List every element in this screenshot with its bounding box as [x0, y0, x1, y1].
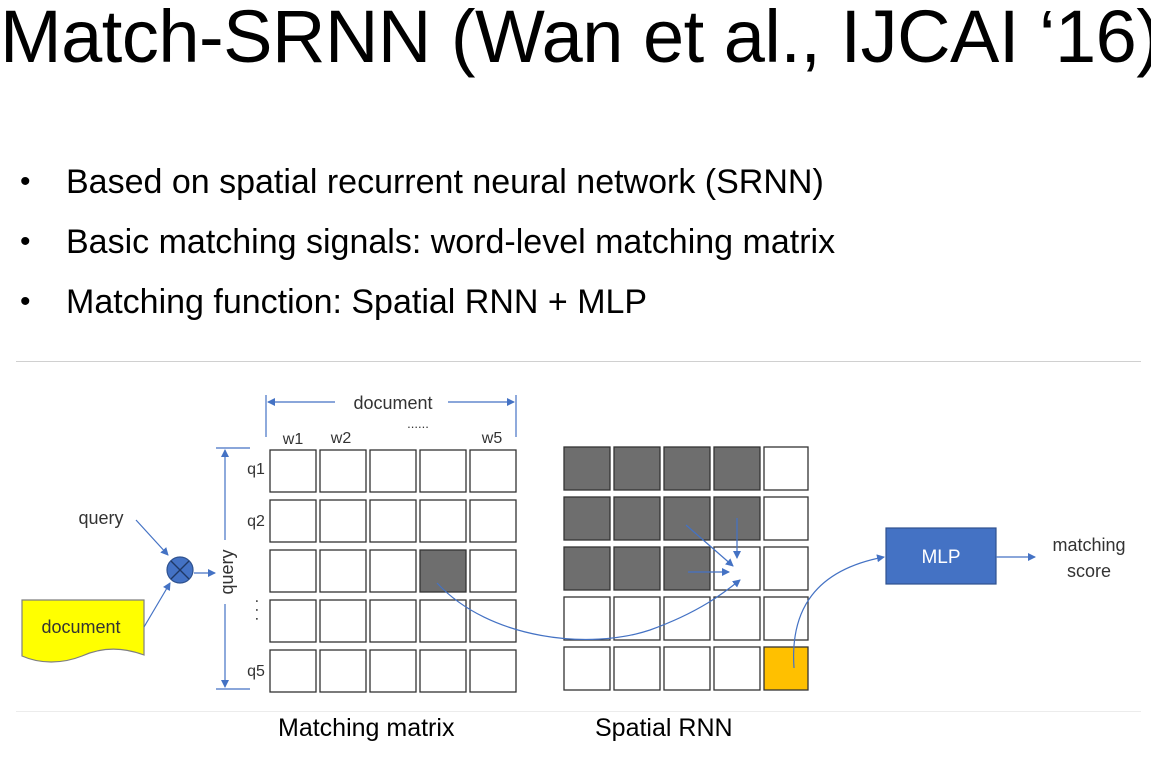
- matrix-cell: [419, 499, 467, 543]
- matrix-cell: [469, 499, 517, 543]
- output-label-line2: score: [1067, 561, 1111, 581]
- row-dots: . . .: [252, 599, 269, 621]
- matrix-cell: [319, 449, 367, 493]
- column-label: w2: [330, 430, 352, 447]
- matching-matrix: [269, 449, 517, 693]
- matrix-cell: [469, 649, 517, 693]
- matrix-cell: [369, 549, 417, 593]
- matrix-cell: [269, 499, 317, 543]
- rnn-cell-processed: [563, 546, 611, 591]
- rnn-cell-processed: [613, 446, 661, 491]
- rnn-cell-processed: [563, 496, 611, 541]
- rnn-cell-final: [763, 646, 809, 691]
- rnn-cell-processed: [563, 446, 611, 491]
- matrix-cell: [419, 599, 467, 643]
- rnn-cell: [663, 646, 711, 691]
- rnn-cell: [713, 596, 761, 641]
- matrix-cell: [369, 599, 417, 643]
- side-axis-label: query: [217, 549, 237, 594]
- top-axis-dots: ......: [407, 416, 429, 431]
- matrix-cell: [269, 649, 317, 693]
- rnn-cell: [563, 646, 611, 691]
- row-label: q1: [247, 461, 265, 478]
- top-axis-label: document: [353, 393, 432, 413]
- matrix-cell: [319, 649, 367, 693]
- query-arrow: [135, 519, 169, 556]
- matrix-cell: [369, 499, 417, 543]
- matrix-cell: [269, 449, 317, 493]
- matrix-cell: [419, 649, 467, 693]
- rnn-cell-processed: [663, 496, 711, 541]
- spatial-rnn-grid: [563, 446, 809, 691]
- rnn-cell: [663, 596, 711, 641]
- matrix-cell: [419, 449, 467, 493]
- interaction-operator-icon: [166, 556, 194, 584]
- output-label-line1: matching: [1052, 535, 1125, 555]
- row-label: q5: [247, 663, 265, 680]
- rnn-cell: [613, 646, 661, 691]
- matrix-cell: [469, 549, 517, 593]
- rnn-cell: [763, 596, 809, 641]
- query-label: query: [78, 508, 123, 528]
- rnn-cell-processed: [713, 446, 761, 491]
- column-label: w1: [282, 431, 304, 448]
- rnn-cell: [763, 446, 809, 491]
- matrix-cell: [369, 649, 417, 693]
- matrix-cell: [369, 449, 417, 493]
- rnn-cell: [713, 646, 761, 691]
- matrix-cell: [269, 549, 317, 593]
- matrix-cell: [319, 599, 367, 643]
- rnn-cell-processed: [613, 496, 661, 541]
- mlp-label: MLP: [921, 547, 960, 568]
- matrix-cell: [319, 549, 367, 593]
- document-box-label: document: [41, 617, 120, 637]
- matrix-cell-highlighted: [419, 549, 467, 593]
- rnn-cell-processed: [663, 446, 711, 491]
- rnn-cell-processed: [613, 546, 661, 591]
- rnn-cell: [563, 596, 611, 641]
- rnn-cell: [763, 546, 809, 591]
- document-arrow: [143, 582, 171, 628]
- column-label: w5: [481, 430, 503, 447]
- matching-matrix-caption: Matching matrix: [278, 714, 455, 742]
- matrix-cell: [469, 449, 517, 493]
- rnn-cell-processed: [663, 546, 711, 591]
- matrix-cell: [269, 599, 317, 643]
- spatial-rnn-caption: Spatial RNN: [595, 714, 733, 742]
- match-srnn-diagram: document ...... w1 w2 w5 query q1 q2 q5 …: [21, 393, 1126, 693]
- matrix-cell: [319, 499, 367, 543]
- rnn-cell: [763, 496, 809, 541]
- row-label: q2: [247, 513, 265, 530]
